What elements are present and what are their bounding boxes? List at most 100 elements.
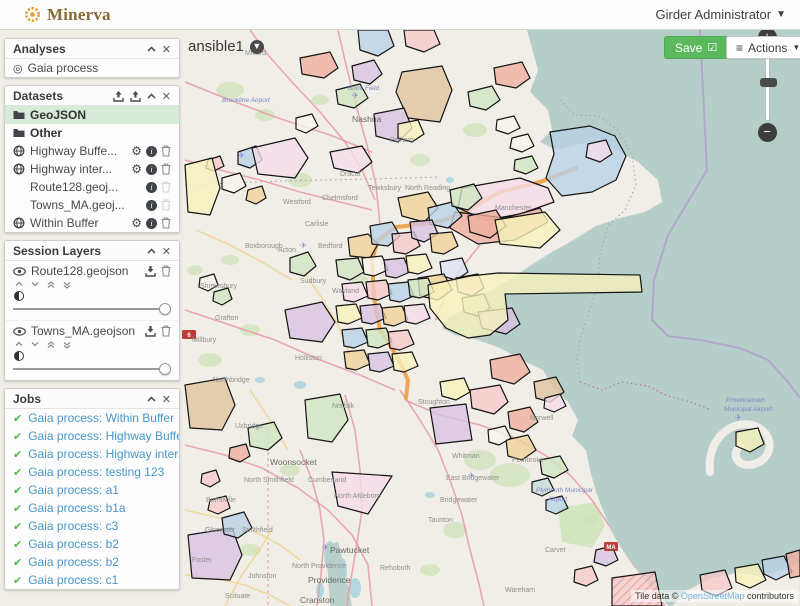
- job-item[interactable]: ✔Gaia process: c1: [5, 571, 179, 589]
- collapse-icon[interactable]: [147, 248, 156, 254]
- trash-icon[interactable]: [161, 199, 171, 211]
- globe-icon: [13, 217, 25, 229]
- download-icon[interactable]: [145, 326, 156, 337]
- move-up-icon[interactable]: [15, 341, 23, 347]
- svg-text:Providence: Providence: [308, 575, 351, 585]
- job-item[interactable]: ✔Gaia process: c3: [5, 517, 179, 535]
- eye-icon[interactable]: [13, 267, 26, 276]
- collapse-icon[interactable]: [147, 396, 156, 402]
- info-icon[interactable]: i: [146, 164, 157, 175]
- job-item[interactable]: ✔Gaia process: b2: [5, 553, 179, 571]
- session-selector[interactable]: ansible1 ▼: [188, 38, 264, 55]
- trash-icon[interactable]: [161, 181, 171, 193]
- datasets-panel: Datasets ✕ GeoJSON Other Highway Buffe..…: [4, 85, 180, 233]
- job-link[interactable]: Gaia process: Highway intersection: [28, 447, 180, 461]
- svg-text:Manchester: Manchester: [495, 205, 532, 212]
- job-link[interactable]: Gaia process: a1: [28, 483, 119, 497]
- layer-name: Route128.geojson: [31, 264, 140, 278]
- actions-button[interactable]: ≡ Actions ▼: [726, 36, 800, 59]
- opacity-slider-handle[interactable]: [159, 363, 171, 375]
- svg-text:Burrillville: Burrillville: [206, 497, 236, 504]
- move-down-icon[interactable]: [31, 341, 39, 347]
- gear-icon[interactable]: ⚙: [131, 164, 142, 174]
- info-icon[interactable]: i: [146, 218, 157, 229]
- trash-icon[interactable]: [161, 217, 171, 229]
- dataset-folder-geojson[interactable]: GeoJSON: [5, 106, 179, 124]
- opacity-slider[interactable]: [13, 363, 171, 375]
- session-dropdown-icon[interactable]: ▼: [250, 40, 264, 54]
- check-icon: ✔: [13, 502, 22, 515]
- info-icon[interactable]: i: [146, 146, 157, 157]
- zoom-slider-track[interactable]: [765, 49, 770, 121]
- gear-icon[interactable]: ⚙: [131, 218, 142, 228]
- job-item[interactable]: ✔Gaia process: Highway Buffer: [5, 427, 179, 445]
- close-icon[interactable]: ✕: [162, 245, 171, 258]
- move-bottom-icon[interactable]: [63, 281, 71, 289]
- upload-file-icon[interactable]: [130, 91, 141, 102]
- chevron-down-icon: ▼: [776, 9, 786, 20]
- move-up-icon[interactable]: [15, 281, 23, 287]
- eye-icon[interactable]: [13, 327, 26, 336]
- move-top-icon[interactable]: [47, 341, 55, 349]
- zoom-out-button[interactable]: −: [758, 123, 777, 142]
- dataset-item[interactable]: Highway inter... ⚙ i: [5, 160, 179, 178]
- svg-text:Sudbury: Sudbury: [300, 278, 327, 285]
- svg-text:Bedford: Bedford: [318, 243, 343, 250]
- collapse-icon[interactable]: [147, 46, 156, 52]
- job-item[interactable]: ✔Gaia process: a1: [5, 481, 179, 499]
- info-icon[interactable]: i: [146, 182, 157, 193]
- trash-icon[interactable]: [161, 145, 171, 157]
- close-icon[interactable]: ✕: [162, 43, 171, 56]
- session-name: ansible1: [188, 38, 244, 55]
- job-link[interactable]: Gaia process: b2: [28, 555, 119, 569]
- job-link[interactable]: Gaia process: c3: [28, 519, 118, 533]
- dataset-item[interactable]: Towns_MA.geoj... i: [5, 196, 179, 214]
- job-link[interactable]: Gaia process: Within Buffer: [28, 411, 174, 425]
- svg-text:Wareham: Wareham: [505, 587, 535, 594]
- download-icon[interactable]: [145, 266, 156, 277]
- trash-icon[interactable]: [161, 163, 171, 175]
- dataset-item-label: Within Buffer: [30, 216, 126, 230]
- svg-text:Woonsocket: Woonsocket: [270, 457, 317, 467]
- process-icon: ◎: [13, 62, 23, 75]
- save-button[interactable]: Save ☑: [664, 36, 728, 59]
- job-item[interactable]: ✔Gaia process: b2: [5, 535, 179, 553]
- trash-icon[interactable]: [161, 265, 171, 277]
- zoom-slider-handle[interactable]: [760, 78, 777, 87]
- move-top-icon[interactable]: [47, 281, 55, 289]
- job-item[interactable]: ✔Gaia process: Within Buffer: [5, 409, 179, 427]
- openstreetmap-link[interactable]: OpenStreetMap: [681, 591, 745, 601]
- dataset-folder-other[interactable]: Other: [5, 124, 179, 142]
- opacity-icon: [14, 291, 24, 301]
- svg-text:Northbridge: Northbridge: [213, 377, 250, 384]
- move-down-icon[interactable]: [31, 281, 39, 287]
- trash-icon[interactable]: [161, 325, 171, 337]
- brand[interactable]: Minerva: [24, 5, 111, 25]
- dataset-item[interactable]: Highway Buffe... ⚙ i: [5, 142, 179, 160]
- opacity-slider-handle[interactable]: [159, 303, 171, 315]
- close-icon[interactable]: ✕: [162, 90, 171, 103]
- job-item[interactable]: ✔ Gaia process: b1a: [5, 499, 179, 517]
- job-link[interactable]: Gaia process: Highway Buffer: [28, 429, 180, 443]
- svg-text:Carver: Carver: [545, 547, 567, 554]
- dataset-item[interactable]: Within Buffer ⚙ i: [5, 214, 179, 232]
- info-icon[interactable]: i: [146, 200, 157, 211]
- move-bottom-icon[interactable]: [63, 341, 71, 349]
- job-item[interactable]: ✔Gaia process: Highway intersection: [5, 445, 179, 463]
- close-icon[interactable]: ✕: [162, 393, 171, 406]
- opacity-slider[interactable]: [13, 303, 171, 315]
- svg-text:Millbury: Millbury: [192, 337, 217, 344]
- job-link[interactable]: Gaia process: c1: [28, 573, 118, 587]
- job-link[interactable]: Gaia process: b2: [28, 537, 119, 551]
- user-menu[interactable]: Girder Administrator ▼: [656, 7, 787, 22]
- upload-dataset-icon[interactable]: [113, 91, 124, 102]
- job-link[interactable]: Gaia process: b1a: [28, 501, 125, 515]
- dataset-item[interactable]: Route128.geoj... i: [5, 178, 179, 196]
- collapse-icon[interactable]: [147, 93, 156, 99]
- globe-icon: [13, 163, 25, 175]
- gear-icon[interactable]: ⚙: [131, 146, 142, 156]
- analysis-item[interactable]: ◎ Gaia process: [5, 59, 179, 77]
- folder-icon: [13, 110, 25, 120]
- job-link[interactable]: Gaia process: testing 123: [28, 465, 164, 479]
- job-item[interactable]: ✔Gaia process: testing 123: [5, 463, 179, 481]
